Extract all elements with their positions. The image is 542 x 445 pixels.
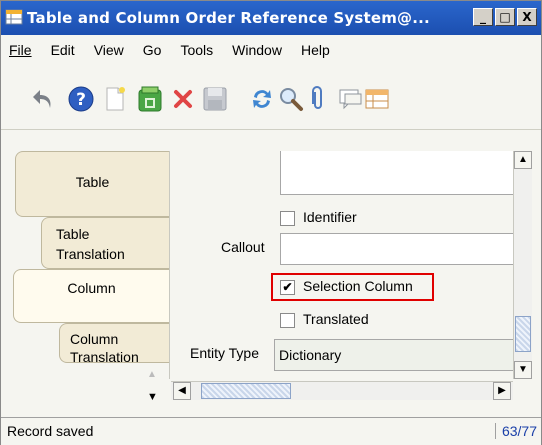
grid-toggle-icon[interactable] (363, 85, 391, 113)
scroll-thumb[interactable] (515, 316, 531, 352)
window-title: Table and Column Order Reference System@… (27, 9, 430, 27)
refresh-icon[interactable] (248, 85, 276, 113)
selection-column-label: Selection Column (303, 278, 413, 294)
find-icon[interactable] (277, 85, 305, 113)
horizontal-scrollbar[interactable]: ◀ ▶ (171, 381, 513, 400)
scroll-down-button[interactable]: ▼ (514, 361, 532, 379)
title-bar[interactable]: Table and Column Order Reference System@… (1, 1, 541, 35)
status-message: Record saved (7, 423, 94, 439)
status-bar: Record saved 63/77 (1, 417, 541, 445)
scroll-left-button[interactable]: ◀ (173, 382, 191, 400)
tab-label: Table Translation (56, 226, 125, 262)
tab-scroll-down[interactable]: ▼ (147, 391, 158, 403)
scroll-right-button[interactable]: ▶ (493, 382, 511, 400)
entity-type-field[interactable]: Dictionary (274, 339, 514, 371)
new-record-icon[interactable] (101, 85, 129, 113)
entity-type-value: Dictionary (279, 347, 342, 363)
record-count[interactable]: 63/77 (494, 423, 537, 439)
menu-help[interactable]: Help (293, 42, 341, 58)
text-field[interactable] (280, 151, 514, 195)
delete-icon[interactable] (169, 85, 197, 113)
record-form: Identifier Callout ✔ Selection Column Tr… (169, 151, 514, 379)
translated-checkbox[interactable] (280, 313, 295, 328)
tab-panel: Table Table Translation Column Column Tr… (1, 151, 169, 403)
attachment-icon[interactable] (304, 85, 332, 113)
callout-label: Callout (221, 239, 265, 255)
identifier-label: Identifier (303, 209, 357, 225)
tab-scroll-up[interactable]: ▲ (147, 369, 157, 380)
tab-label: Column Translation (70, 331, 139, 363)
menu-view[interactable]: View (86, 42, 135, 58)
chat-icon[interactable] (336, 85, 364, 113)
toolbar: ? (1, 67, 541, 130)
menu-window[interactable]: Window (224, 42, 293, 58)
tab-table-translation[interactable]: Table Translation (41, 217, 169, 269)
maximize-button[interactable]: □ (495, 8, 515, 26)
tab-label: Table (75, 174, 110, 190)
identifier-checkbox[interactable] (280, 211, 295, 226)
vertical-scrollbar[interactable]: ▲ ▼ (513, 151, 532, 379)
close-button[interactable]: X (517, 8, 537, 26)
translated-label: Translated (303, 311, 369, 327)
tab-column[interactable]: Column (13, 269, 169, 323)
minimize-button[interactable]: _ (473, 8, 493, 26)
copy-icon[interactable] (136, 85, 164, 113)
tab-table[interactable]: Table (15, 151, 169, 217)
menu-file[interactable]: File (1, 42, 43, 58)
selection-column-checkbox[interactable]: ✔ (280, 280, 295, 295)
checkmark-icon: ✔ (282, 280, 293, 294)
menu-go[interactable]: Go (135, 42, 173, 58)
svg-text:?: ? (76, 90, 86, 110)
save-icon[interactable] (201, 85, 229, 113)
callout-input[interactable] (280, 233, 514, 265)
app-window: Table and Column Order Reference System@… (0, 0, 542, 445)
app-icon (5, 9, 23, 25)
menu-edit[interactable]: Edit (43, 42, 86, 58)
undo-icon[interactable] (29, 85, 57, 113)
menu-tools[interactable]: Tools (172, 42, 224, 58)
tab-column-translation[interactable]: Column Translation (59, 323, 169, 363)
hscroll-thumb[interactable] (201, 383, 291, 399)
scroll-up-button[interactable]: ▲ (514, 151, 532, 169)
entity-type-label: Entity Type (190, 345, 260, 361)
menu-bar: File Edit View Go Tools Window Help (1, 37, 541, 63)
tab-label: Column (67, 280, 116, 296)
help-icon[interactable]: ? (67, 85, 95, 113)
